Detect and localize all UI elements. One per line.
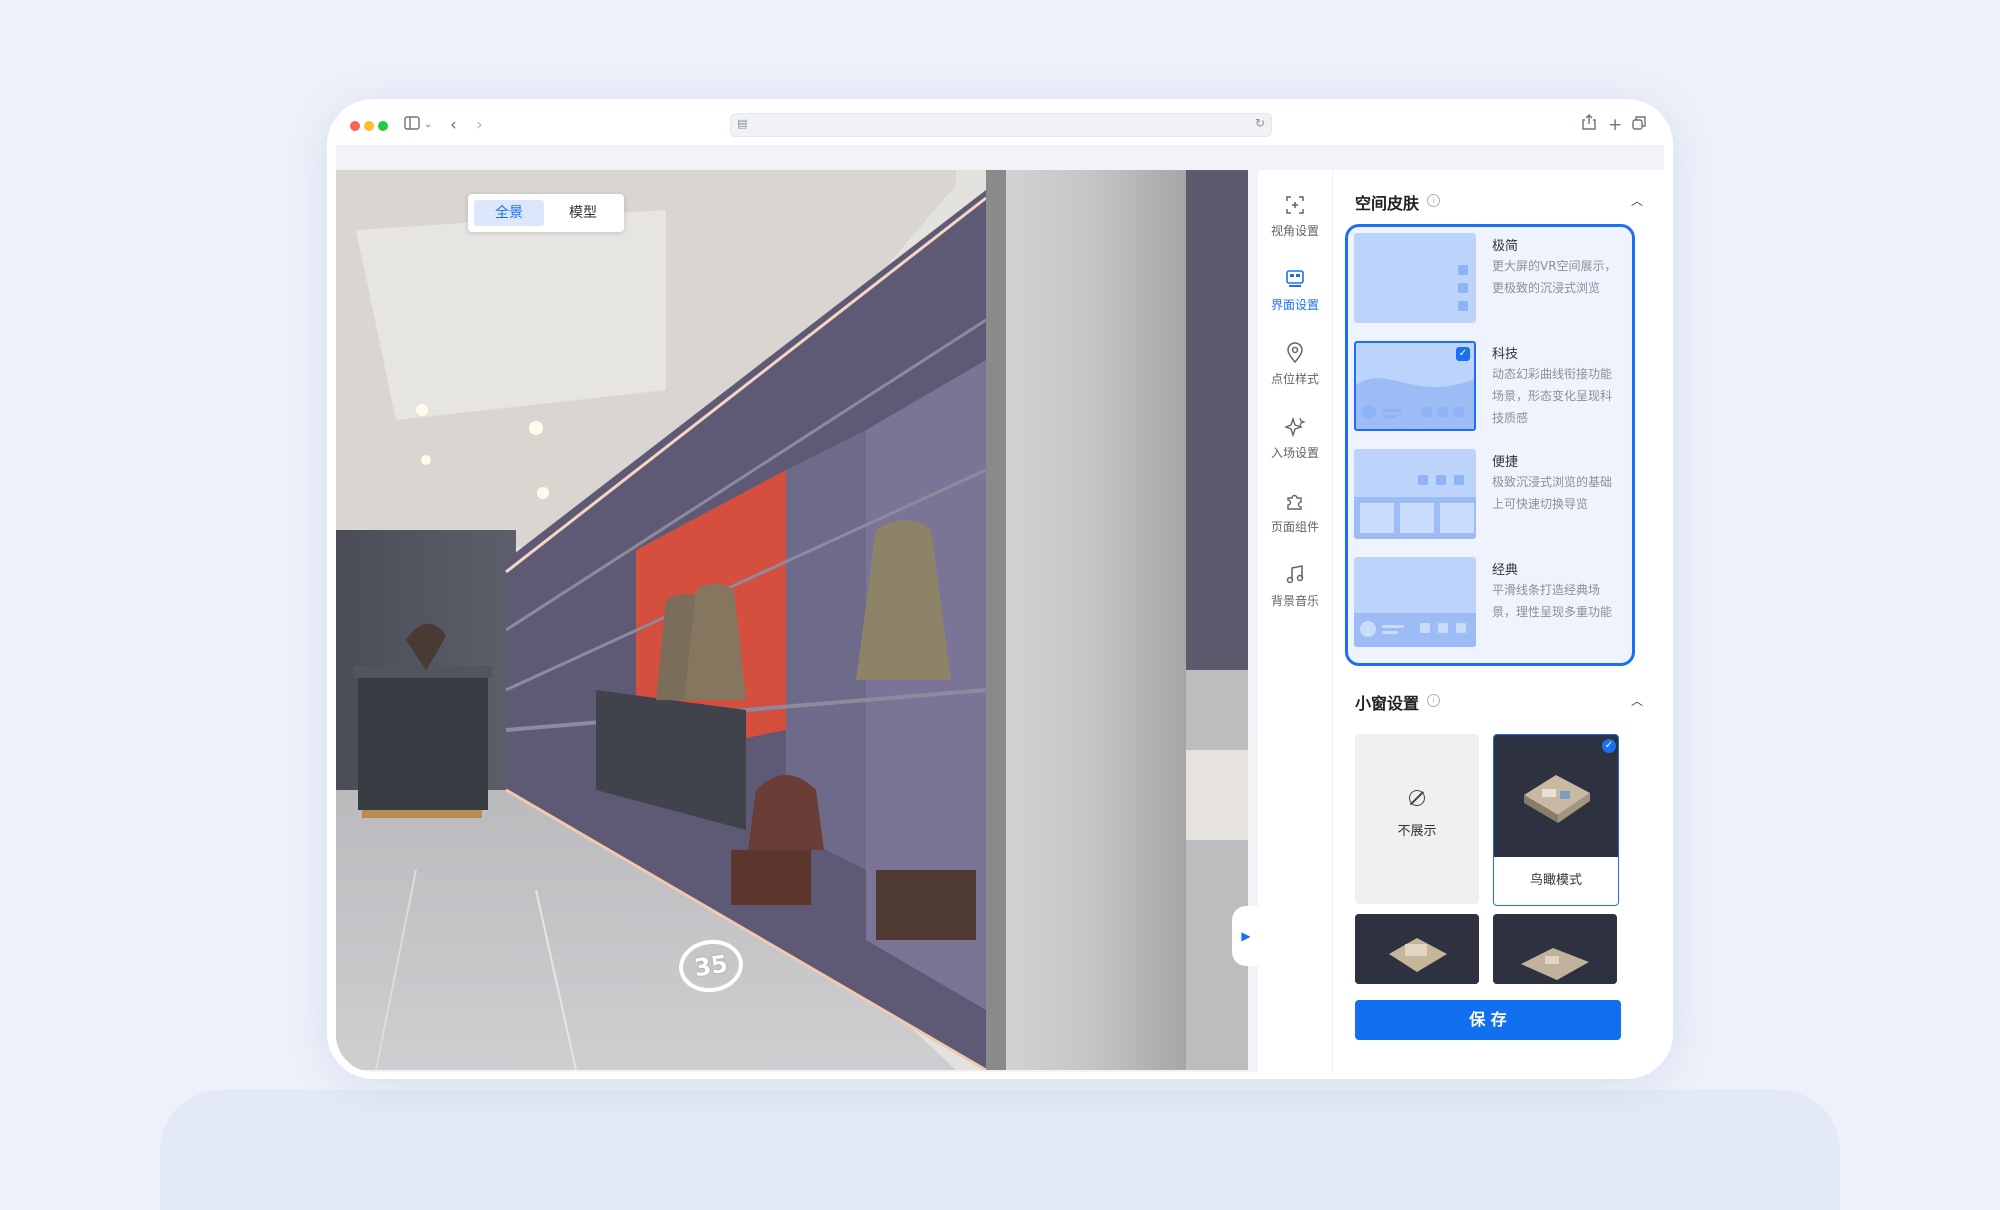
tab-panorama[interactable]: 全景 [474, 200, 544, 226]
nav-label: 点位样式 [1270, 372, 1319, 386]
location-pin-icon [1284, 342, 1306, 364]
closet-panorama-image [336, 170, 1248, 1070]
floorplan-image [1493, 914, 1617, 984]
skin-section-title: 空间皮肤 [1355, 194, 1420, 213]
nav-item-page-components[interactable]: 页面组件 [1258, 490, 1332, 550]
tab-overview-icon[interactable] [1632, 113, 1646, 137]
puzzle-icon [1284, 490, 1306, 512]
reload-icon[interactable]: ↻ [1255, 116, 1265, 130]
nav-label: 界面设置 [1270, 298, 1319, 312]
nav-label: 背景音乐 [1270, 594, 1319, 608]
skin-thumbnail [1354, 449, 1476, 539]
miniwindow-option-3[interactable] [1355, 914, 1479, 984]
back-arrow-icon[interactable]: ‹ [450, 113, 457, 137]
page-icon: ▤ [737, 117, 748, 130]
nav-item-layout[interactable]: 界面设置 [1258, 268, 1332, 328]
skin-name: 经典 [1492, 563, 1519, 578]
skin-thumbnail: ✓ [1354, 341, 1476, 431]
view-mode-toggle: 全景 模型 [468, 194, 624, 232]
sparkle-icon [1284, 416, 1306, 438]
prohibited-icon [1409, 790, 1425, 806]
panorama-viewer[interactable]: 全景 模型 35 [336, 170, 1248, 1070]
app-content: 全景 模型 35 ▶ 视角设置 界面设置 点位样式 入场设置 页面组件 背景音乐… [336, 146, 1664, 1072]
minimize-window-button[interactable] [364, 121, 374, 131]
info-icon[interactable]: i [1427, 194, 1440, 207]
skin-option-classic[interactable]: 经典 平滑线条打造经典场景，理性呈现多重功能 [1354, 557, 1624, 651]
miniwindow-option-4[interactable] [1493, 914, 1617, 984]
nav-item-viewpoint[interactable]: 视角设置 [1258, 194, 1332, 254]
skin-description: 更大屏的VR空间展示，更极致的沉浸式浏览 [1492, 259, 1617, 295]
miniwindow-label: 鸟瞰模式 [1529, 873, 1582, 888]
device-stand [160, 1090, 1840, 1210]
play-right-icon: ▶ [1241, 929, 1251, 943]
birdseye-floorplan-image [1494, 735, 1618, 857]
zoom-window-button[interactable] [378, 121, 388, 131]
miniwindow-section-title: 小窗设置 [1355, 694, 1420, 713]
chevron-down-icon[interactable]: ⌄ [424, 113, 432, 137]
collapse-panel-button[interactable]: ▶ [1232, 906, 1260, 966]
floorplan-image [1355, 914, 1479, 984]
skin-options-group: 极简 更大屏的VR空间展示，更极致的沉浸式浏览 ✓ 科技 动态幻彩曲线衔接功能场… [1345, 224, 1635, 666]
share-icon[interactable] [1582, 113, 1596, 137]
layout-icon [1284, 268, 1306, 290]
nav-item-entrance[interactable]: 入场设置 [1258, 416, 1332, 476]
skin-thumbnail [1354, 557, 1476, 647]
skin-description: 平滑线条打造经典场景，理性呈现多重功能 [1492, 583, 1613, 619]
viewpoint-icon [1284, 194, 1306, 216]
chevron-up-icon[interactable]: ︿ [1631, 192, 1643, 209]
skin-name: 科技 [1492, 347, 1519, 362]
skin-name: 极简 [1492, 239, 1519, 254]
info-icon[interactable]: i [1427, 694, 1440, 707]
save-button[interactable]: 保 存 [1355, 1000, 1621, 1040]
checkmark-icon: ✓ [1456, 347, 1470, 361]
skin-option-convenient[interactable]: 便捷 极致沉浸式浏览的基础上可快速切换导览 [1354, 449, 1624, 543]
tab-model[interactable]: 模型 [548, 200, 618, 226]
new-tab-icon[interactable]: + [1608, 113, 1622, 137]
music-icon [1284, 564, 1306, 586]
nav-item-point-style[interactable]: 点位样式 [1258, 342, 1332, 402]
skin-thumbnail [1354, 233, 1476, 323]
forward-arrow-icon[interactable]: › [476, 113, 483, 137]
sidebar-toggle-icon[interactable] [404, 113, 420, 137]
nav-item-background-music[interactable]: 背景音乐 [1258, 564, 1332, 624]
skin-option-tech[interactable]: ✓ 科技 动态幻彩曲线衔接功能场景，形态变化呈现科技质感 [1354, 341, 1624, 435]
miniwindow-label: 不展示 [1397, 824, 1437, 839]
skin-option-minimal[interactable]: 极简 更大屏的VR空间展示，更极致的沉浸式浏览 [1354, 233, 1624, 327]
skin-description: 动态幻彩曲线衔接功能场景，形态变化呈现科技质感 [1492, 367, 1613, 425]
miniwindow-option-birdseye[interactable]: ✓ 鸟瞰模式 [1493, 734, 1619, 906]
nav-label: 视角设置 [1270, 224, 1319, 238]
interface-settings-panel: 空间皮肤 i ︿ 极简 更大屏的VR空间展示，更极致的沉浸式浏览 ✓ 科技 动态… [1333, 170, 1664, 1072]
settings-nav: 视角设置 界面设置 点位样式 入场设置 页面组件 背景音乐 [1258, 170, 1333, 1072]
nav-label: 页面组件 [1270, 520, 1319, 534]
nav-label: 入场设置 [1270, 446, 1319, 460]
miniwindow-option-none[interactable]: 不展示 [1355, 734, 1479, 904]
skin-description: 极致沉浸式浏览的基础上可快速切换导览 [1492, 475, 1613, 511]
chevron-up-icon[interactable]: ︿ [1631, 692, 1643, 709]
close-window-button[interactable] [350, 121, 360, 131]
address-bar[interactable]: ▤ ↻ [730, 113, 1272, 137]
skin-name: 便捷 [1492, 455, 1519, 470]
browser-toolbar: ⌄ ‹ › ▤ ↻ + [336, 107, 1664, 146]
checkmark-icon: ✓ [1602, 739, 1616, 753]
